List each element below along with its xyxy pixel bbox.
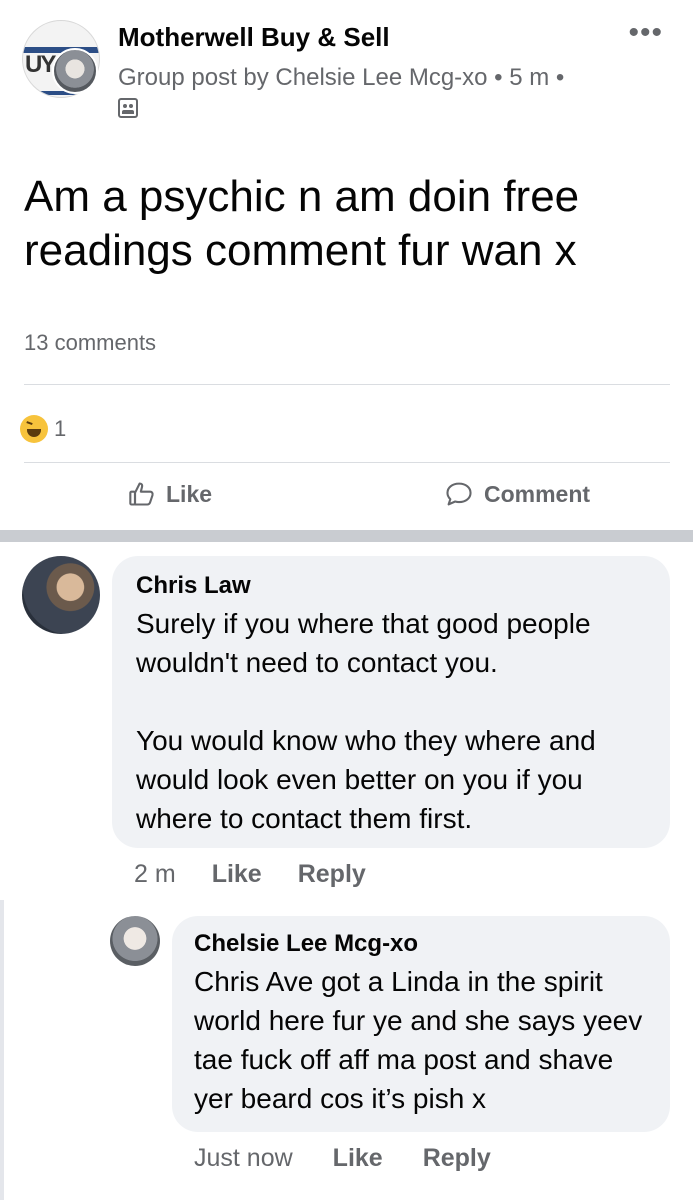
comment-time: 2 m bbox=[134, 860, 176, 888]
comment-meta: 2 m Like Reply bbox=[134, 860, 402, 889]
group-name[interactable]: Motherwell Buy & Sell bbox=[118, 22, 390, 53]
reply-like-button[interactable]: Like bbox=[333, 1144, 383, 1173]
group-avatar-letters: UY bbox=[25, 51, 56, 78]
post-actions: Like Comment bbox=[0, 472, 693, 522]
poster-avatar[interactable] bbox=[52, 48, 98, 94]
like-icon bbox=[129, 482, 154, 506]
section-separator bbox=[0, 530, 693, 542]
reply-time: Just now bbox=[194, 1144, 293, 1172]
post-meta: Group post by Chelsie Lee Mcg-xo • 5 m • bbox=[118, 64, 565, 91]
comment-icon bbox=[446, 482, 472, 506]
reply-author-avatar[interactable] bbox=[110, 916, 160, 966]
comments-count[interactable]: 13 comments bbox=[24, 330, 156, 356]
more-icon[interactable]: ••• bbox=[628, 18, 663, 48]
divider bbox=[24, 462, 670, 463]
reply-thread-line bbox=[0, 900, 4, 1200]
commenter-avatar[interactable] bbox=[22, 556, 100, 634]
privacy-icon bbox=[118, 98, 138, 118]
divider bbox=[24, 384, 670, 385]
comment-paragraph: Surely if you where that good people wou… bbox=[136, 608, 591, 678]
comment-text: Surely if you where that good people wou… bbox=[136, 604, 656, 838]
reaction-count: 1 bbox=[54, 416, 67, 441]
reply-text: Chris Ave got a Linda in the spirit worl… bbox=[194, 966, 643, 1114]
reply-reply-button[interactable]: Reply bbox=[423, 1144, 491, 1173]
post-header: UY Motherwell Buy & Sell Group post by C… bbox=[0, 0, 693, 140]
haha-reaction-icon bbox=[20, 415, 48, 443]
reaction-summary[interactable]: 1 bbox=[20, 414, 66, 444]
comment-like-button[interactable]: Like bbox=[212, 860, 262, 889]
comment-reply-button[interactable]: Reply bbox=[298, 860, 366, 889]
comment-author[interactable]: Chris Law bbox=[136, 572, 251, 600]
reply-meta: Just now Like Reply bbox=[194, 1144, 531, 1173]
comment-paragraph: You would know who they where and would … bbox=[136, 725, 596, 834]
reply-author[interactable]: Chelsie Lee Mcg-xo bbox=[194, 930, 418, 958]
group-avatar-band-lower bbox=[23, 91, 99, 95]
comment-label: Comment bbox=[484, 480, 591, 507]
like-button[interactable]: Like bbox=[128, 480, 212, 508]
like-label: Like bbox=[166, 480, 213, 507]
comment-button[interactable]: Comment bbox=[444, 480, 590, 508]
post-body: Am a psychic n am doin free readings com… bbox=[24, 172, 580, 275]
